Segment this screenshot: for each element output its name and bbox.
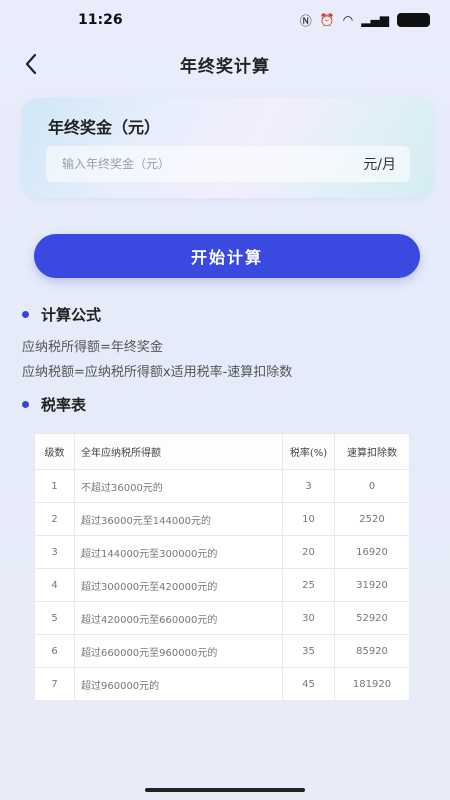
battery-level: 100 bbox=[396, 13, 430, 27]
formula-section-title: 计算公式 bbox=[41, 306, 102, 324]
home-indicator[interactable] bbox=[145, 788, 305, 792]
table-row: 7 超过960000元的 45 181920 bbox=[34, 667, 410, 701]
cell-range: 超过420000元至660000元的 bbox=[74, 601, 283, 635]
cell-level: 6 bbox=[34, 634, 75, 668]
bullet-dot bbox=[22, 311, 29, 318]
cell-deduction: 2520 bbox=[334, 502, 410, 536]
cell-deduction: 181920 bbox=[334, 667, 410, 701]
cell-rate: 25 bbox=[282, 568, 335, 602]
alarm-icon: ⏰ bbox=[319, 13, 335, 27]
bonus-amount-input[interactable] bbox=[62, 157, 322, 171]
cell-level: 4 bbox=[34, 568, 75, 602]
cell-range: 超过960000元的 bbox=[74, 667, 283, 701]
bonus-input-title: 年终奖金（元） bbox=[48, 118, 161, 137]
wifi-icon: ◠ bbox=[342, 13, 354, 27]
back-button[interactable] bbox=[24, 50, 48, 78]
chevron-left-icon bbox=[25, 53, 37, 75]
bonus-amount-field[interactable]: 元/月 bbox=[46, 146, 410, 182]
bonus-input-card: 年终奖金（元） 元/月 bbox=[22, 98, 434, 198]
cell-range: 超过660000元至960000元的 bbox=[74, 634, 283, 668]
cell-rate: 3 bbox=[282, 469, 335, 503]
cell-rate: 35 bbox=[282, 634, 335, 668]
cell-deduction: 85920 bbox=[334, 634, 410, 668]
table-row: 2 超过36000元至144000元的 10 2520 bbox=[34, 502, 410, 536]
tax-rate-table: 级数 全年应纳税所得额 税率(%) 速算扣除数 1 不超过36000元的 3 0… bbox=[34, 433, 410, 701]
column-header: 全年应纳税所得额 bbox=[74, 433, 283, 470]
cell-deduction: 16920 bbox=[334, 535, 410, 569]
table-row: 3 超过144000元至300000元的 20 16920 bbox=[34, 535, 410, 569]
formula-line: 应纳税额=应纳税所得额x适用税率-速算扣除数 bbox=[22, 365, 293, 380]
start-calculation-button[interactable]: 开始计算 bbox=[34, 234, 420, 278]
cell-rate: 30 bbox=[282, 601, 335, 635]
cell-level: 5 bbox=[34, 601, 75, 635]
column-header: 级数 bbox=[34, 433, 75, 470]
cell-level: 1 bbox=[34, 469, 75, 503]
cell-range: 超过144000元至300000元的 bbox=[74, 535, 283, 569]
cell-level: 2 bbox=[34, 502, 75, 536]
formula-section-header: 计算公式 bbox=[22, 304, 101, 325]
status-icons: Ⓝ ⏰ ◠ ▂▄▆ 100 bbox=[300, 12, 430, 29]
5g-signal-icon: ▂▄▆ bbox=[361, 13, 389, 27]
page-title: 年终奖计算 bbox=[180, 56, 270, 77]
cell-rate: 20 bbox=[282, 535, 335, 569]
status-time: 11:26 bbox=[78, 12, 123, 28]
column-header: 税率(%) bbox=[282, 433, 335, 470]
cell-rate: 10 bbox=[282, 502, 335, 536]
rate-section-header: 税率表 bbox=[22, 394, 86, 415]
table-row: 1 不超过36000元的 3 0 bbox=[34, 469, 410, 503]
cell-deduction: 31920 bbox=[334, 568, 410, 602]
status-bar: 11:26 Ⓝ ⏰ ◠ ▂▄▆ 100 bbox=[0, 0, 450, 40]
cell-range: 超过300000元至420000元的 bbox=[74, 568, 283, 602]
cell-level: 3 bbox=[34, 535, 75, 569]
formula-line: 应纳税所得额=年终奖金 bbox=[22, 340, 163, 355]
cell-level: 7 bbox=[34, 667, 75, 701]
unit-label: 元/月 bbox=[363, 157, 396, 173]
table-row: 5 超过420000元至660000元的 30 52920 bbox=[34, 601, 410, 635]
table-row: 6 超过660000元至960000元的 35 85920 bbox=[34, 634, 410, 668]
column-header: 速算扣除数 bbox=[334, 433, 410, 470]
cell-deduction: 0 bbox=[334, 469, 410, 503]
bullet-dot bbox=[22, 401, 29, 408]
nfc-icon: Ⓝ bbox=[299, 13, 312, 28]
cell-rate: 45 bbox=[282, 667, 335, 701]
cell-range: 超过36000元至144000元的 bbox=[74, 502, 283, 536]
cell-range: 不超过36000元的 bbox=[74, 469, 283, 503]
table-header-row: 级数 全年应纳税所得额 税率(%) 速算扣除数 bbox=[34, 433, 410, 470]
nav-bar: 年终奖计算 bbox=[0, 46, 450, 82]
rate-section-title: 税率表 bbox=[41, 396, 87, 414]
table-row: 4 超过300000元至420000元的 25 31920 bbox=[34, 568, 410, 602]
cell-deduction: 52920 bbox=[334, 601, 410, 635]
